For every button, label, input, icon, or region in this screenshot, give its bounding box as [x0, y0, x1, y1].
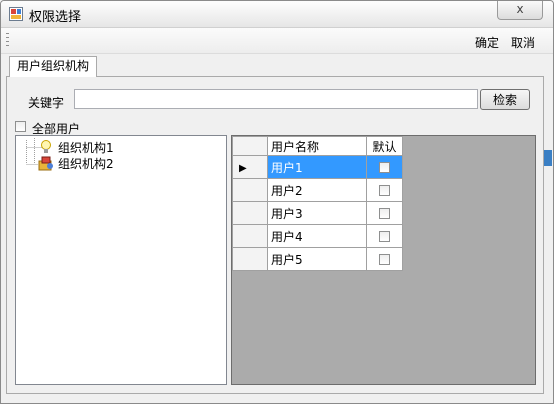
app-icon [9, 7, 23, 21]
row-header[interactable] [232, 178, 268, 202]
table-row[interactable]: 用户2 [232, 178, 403, 202]
username-cell[interactable]: 用户2 [267, 178, 367, 202]
username-cell[interactable]: 用户1 [267, 155, 367, 179]
user-grid[interactable]: 用户名称 默认 ▶ 用户1 用户2 用户3 用户4 用户5 [231, 135, 536, 385]
table-row[interactable]: 用户5 [232, 247, 403, 271]
table-row[interactable]: 用户4 [232, 224, 403, 248]
all-users-checkbox-box[interactable] [15, 121, 26, 132]
default-cell[interactable] [366, 247, 403, 271]
column-header-username[interactable]: 用户名称 [267, 136, 367, 156]
table-row[interactable]: ▶ 用户1 [232, 155, 403, 179]
row-header[interactable] [232, 247, 268, 271]
default-cell[interactable] [366, 178, 403, 202]
grid-header-row: 用户名称 默认 [232, 136, 403, 156]
username-cell[interactable]: 用户4 [267, 224, 367, 248]
row-header[interactable] [232, 224, 268, 248]
close-button[interactable]: x [497, 1, 543, 20]
tree-node-label: 组织机构2 [58, 157, 114, 171]
background-window-edge [544, 150, 552, 166]
window-title: 权限选择 [29, 10, 82, 25]
default-checkbox[interactable] [379, 185, 390, 196]
org-folder-icon [38, 156, 53, 171]
keyword-input[interactable] [74, 89, 478, 109]
keyword-label: 关键字 [28, 96, 65, 110]
username-cell[interactable]: 用户3 [267, 201, 367, 225]
toolbar-grip-icon[interactable] [6, 33, 9, 49]
ok-button[interactable]: 确定 [475, 34, 499, 51]
toolbar: 确定 取消 [1, 28, 553, 54]
tree-node-label: 组织机构1 [58, 141, 114, 155]
default-checkbox[interactable] [379, 162, 390, 173]
username-cell[interactable]: 用户5 [267, 247, 367, 271]
cancel-button[interactable]: 取消 [511, 34, 535, 51]
default-cell[interactable] [366, 201, 403, 225]
default-checkbox[interactable] [379, 254, 390, 265]
current-row-arrow-icon: ▶ [239, 163, 247, 174]
lightbulb-icon [41, 140, 51, 153]
table-row[interactable]: 用户3 [232, 201, 403, 225]
org-tree[interactable]: 组织机构1 组织机构2 [15, 135, 227, 385]
row-header[interactable] [232, 201, 268, 225]
column-header-default[interactable]: 默认 [366, 136, 403, 156]
default-cell[interactable] [366, 155, 403, 179]
row-header[interactable]: ▶ [232, 155, 268, 179]
default-checkbox[interactable] [379, 208, 390, 219]
search-button[interactable]: 检索 [480, 89, 530, 110]
title-bar[interactable]: 权限选择 x [1, 1, 553, 28]
row-header-corner [232, 136, 268, 156]
default-cell[interactable] [366, 224, 403, 248]
tab-user-org[interactable]: 用户组织机构 [9, 56, 97, 77]
default-checkbox[interactable] [379, 231, 390, 242]
close-icon: x [516, 2, 524, 16]
